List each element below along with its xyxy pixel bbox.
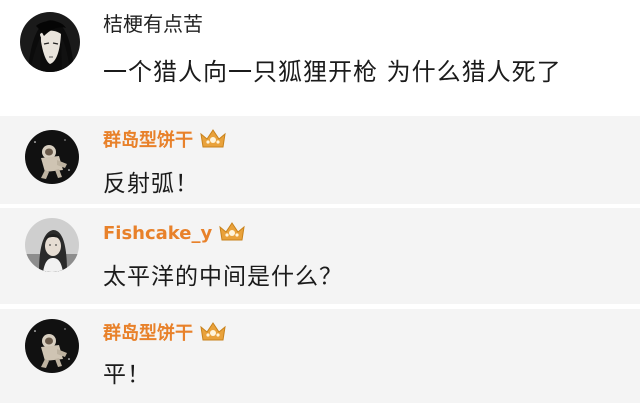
astronaut-avatar[interactable] bbox=[25, 319, 79, 373]
crown-badge-icon bbox=[199, 128, 227, 150]
post-username[interactable]: 桔梗有点苦 bbox=[103, 13, 203, 35]
reply-username-text: 群岛型饼干 bbox=[103, 130, 193, 151]
anime-girl-avatar[interactable] bbox=[20, 12, 80, 72]
reply-item: 群岛型饼干 反射弧！ bbox=[0, 116, 640, 204]
reply-text: 平！ bbox=[103, 362, 151, 388]
reply-text: 反射弧！ bbox=[103, 171, 199, 197]
astronaut-avatar[interactable] bbox=[25, 130, 79, 184]
astronaut-avatar-image bbox=[25, 130, 79, 184]
reply-username[interactable]: Fishcake_y bbox=[103, 221, 246, 245]
anime-girl-avatar-image bbox=[20, 12, 80, 72]
girl-photo-avatar[interactable] bbox=[25, 218, 79, 272]
reply-username[interactable]: 群岛型饼干 bbox=[103, 321, 227, 345]
reply-text: 太平洋的中间是什么？ bbox=[103, 264, 343, 290]
reply-username-text: 群岛型饼干 bbox=[103, 323, 193, 344]
reply-item: Fishcake_y 太平洋的中间是什么？ bbox=[0, 208, 640, 304]
astronaut-avatar-image bbox=[25, 319, 79, 373]
crown-badge-icon bbox=[199, 321, 227, 343]
girl-photo-avatar-image bbox=[25, 218, 79, 272]
reply-item: 群岛型饼干 平！ bbox=[0, 309, 640, 403]
reply-username-text: Fishcake_y bbox=[103, 223, 213, 244]
reply-username[interactable]: 群岛型饼干 bbox=[103, 128, 227, 152]
crown-badge-icon bbox=[218, 221, 246, 243]
post-text: 一个猎人向一只狐狸开枪 为什么猎人死了 bbox=[103, 58, 562, 86]
original-post: 桔梗有点苦 一个猎人向一只狐狸开枪 为什么猎人死了 bbox=[0, 0, 640, 110]
